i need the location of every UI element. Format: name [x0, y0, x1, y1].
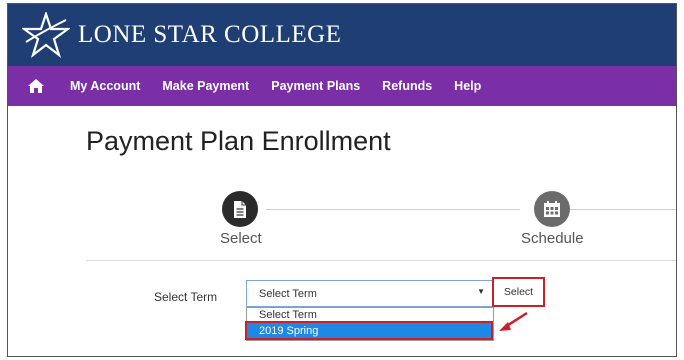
star-logo-icon [22, 12, 70, 58]
brand-header: LONE STAR COLLEGE [8, 4, 676, 66]
term-label: Select Term [154, 290, 218, 304]
document-icon [234, 200, 246, 218]
step-schedule-label: Schedule [521, 230, 584, 247]
select-button-label: Select [503, 286, 534, 298]
caret-down-icon: ▼ [477, 287, 485, 296]
term-select-value: Select Term [259, 288, 317, 300]
app-window: LONE STAR COLLEGE My Account Make Paymen… [7, 3, 677, 357]
nav-payment-plans[interactable]: Payment Plans [271, 79, 360, 93]
home-icon[interactable] [16, 66, 56, 106]
nav-make-payment[interactable]: Make Payment [162, 79, 249, 93]
callout-highlight-box [245, 321, 493, 340]
divider [86, 260, 676, 261]
step-select-circle [222, 191, 258, 227]
stepper-line [570, 209, 676, 210]
select-button[interactable]: Select [492, 277, 545, 307]
page-title: Payment Plan Enrollment [86, 126, 391, 156]
main-nav: My Account Make Payment Payment Plans Re… [8, 66, 676, 106]
nav-my-account[interactable]: My Account [70, 79, 140, 93]
step-select-label: Select [220, 230, 262, 247]
step-schedule-circle [534, 191, 570, 227]
brand-name[interactable]: LONE STAR COLLEGE [78, 21, 341, 49]
nav-refunds[interactable]: Refunds [382, 79, 432, 93]
nav-help[interactable]: Help [454, 79, 481, 93]
stepper-line [266, 209, 520, 210]
callout-arrow-icon [499, 311, 528, 331]
term-select[interactable]: Select Term ▼ [246, 280, 494, 307]
calendar-icon [544, 201, 560, 217]
